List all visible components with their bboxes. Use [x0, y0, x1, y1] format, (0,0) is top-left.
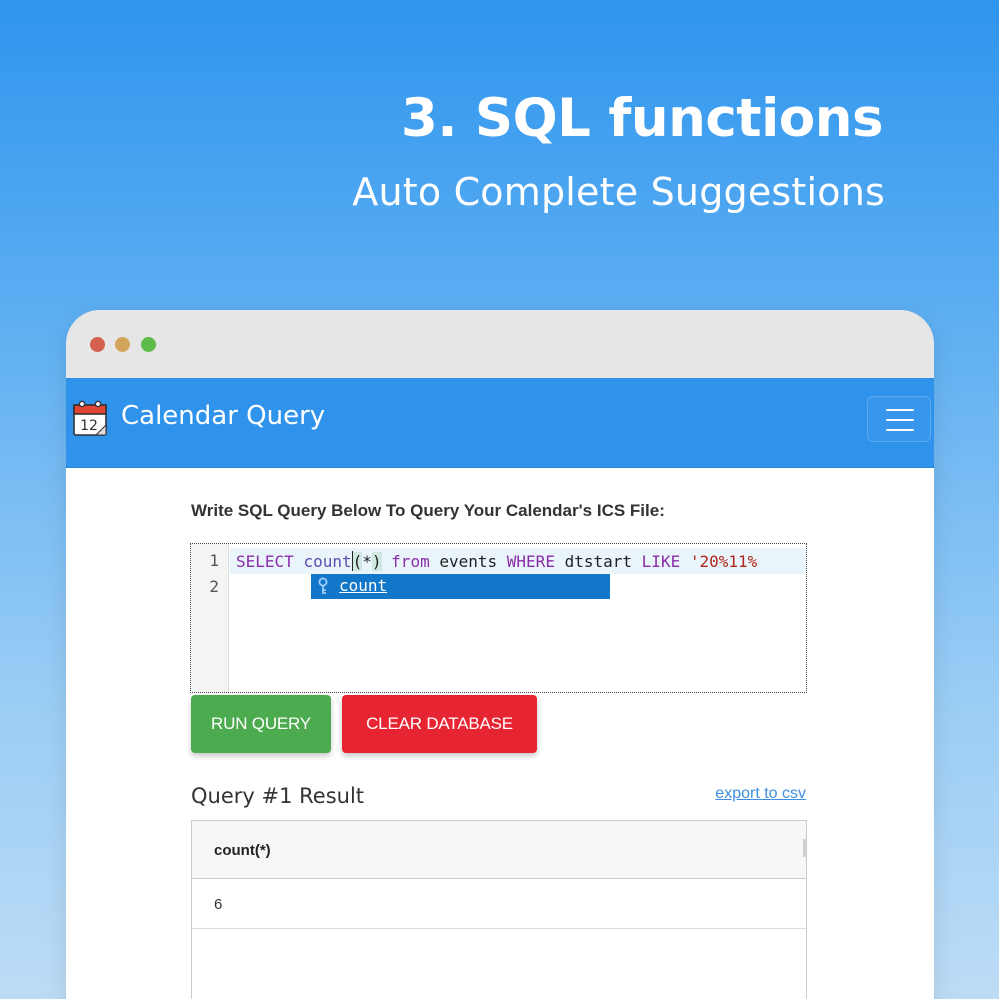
app-title[interactable]: Calendar Query [121, 401, 325, 431]
navbar: 12 Calendar Query [66, 378, 934, 468]
keyword-select: SELECT [236, 552, 294, 571]
query-instructions: Write SQL Query Below To Query Your Cale… [191, 501, 665, 520]
line-number: 2 [209, 577, 219, 596]
calendar-day-number: 12 [80, 418, 98, 434]
code-line-2[interactable] [236, 577, 246, 597]
editor-gutter: 1 2 [191, 544, 229, 692]
window-titlebar [66, 310, 934, 378]
table-name: events [439, 552, 498, 571]
minimize-window-button[interactable] [115, 337, 130, 352]
autocomplete-label: count [339, 576, 388, 595]
result-table: count(*) 6 [191, 820, 807, 999]
open-paren: ( [352, 552, 363, 571]
line-number: 1 [209, 551, 219, 570]
column-name: dtstart [564, 552, 633, 571]
autocomplete-suggestion[interactable]: count [311, 574, 610, 599]
main-content: Write SQL Query Below To Query Your Cale… [66, 468, 934, 999]
function-count: count [303, 552, 352, 571]
promo-title: 3. SQL functions [400, 88, 884, 149]
column-resize-handle[interactable] [803, 839, 806, 857]
close-window-button[interactable] [90, 337, 105, 352]
keyword-where: WHERE [506, 552, 555, 571]
table-row: 6 [192, 879, 806, 929]
table-header-row: count(*) [192, 821, 806, 879]
string-literal: '20%11% [689, 552, 758, 571]
calendar-icon[interactable]: 12 [72, 399, 108, 437]
hamburger-menu-button[interactable] [867, 396, 931, 442]
run-query-button[interactable]: RUN QUERY [191, 695, 331, 753]
column-header[interactable]: count(*) [214, 842, 271, 859]
code-line-1[interactable]: SELECT count(*) from events WHERE dtstar… [236, 551, 757, 571]
promo-subtitle: Auto Complete Suggestions [352, 170, 885, 214]
result-title: Query #1 Result [191, 784, 365, 808]
keyword-like: LIKE [641, 552, 681, 571]
keyword-from: from [391, 552, 430, 571]
star-token: * [362, 552, 372, 571]
sql-editor[interactable]: 1 2 SELECT count(*) from events WHERE dt… [190, 543, 807, 693]
close-paren: ) [371, 552, 382, 571]
browser-window: 12 Calendar Query Write SQL Query Below … [66, 310, 934, 999]
table-cell: 6 [214, 896, 223, 913]
clear-database-button[interactable]: CLEAR DATABASE [342, 695, 537, 753]
key-icon [318, 577, 328, 594]
maximize-window-button[interactable] [141, 337, 156, 352]
export-csv-link[interactable]: export to csv [715, 785, 806, 803]
